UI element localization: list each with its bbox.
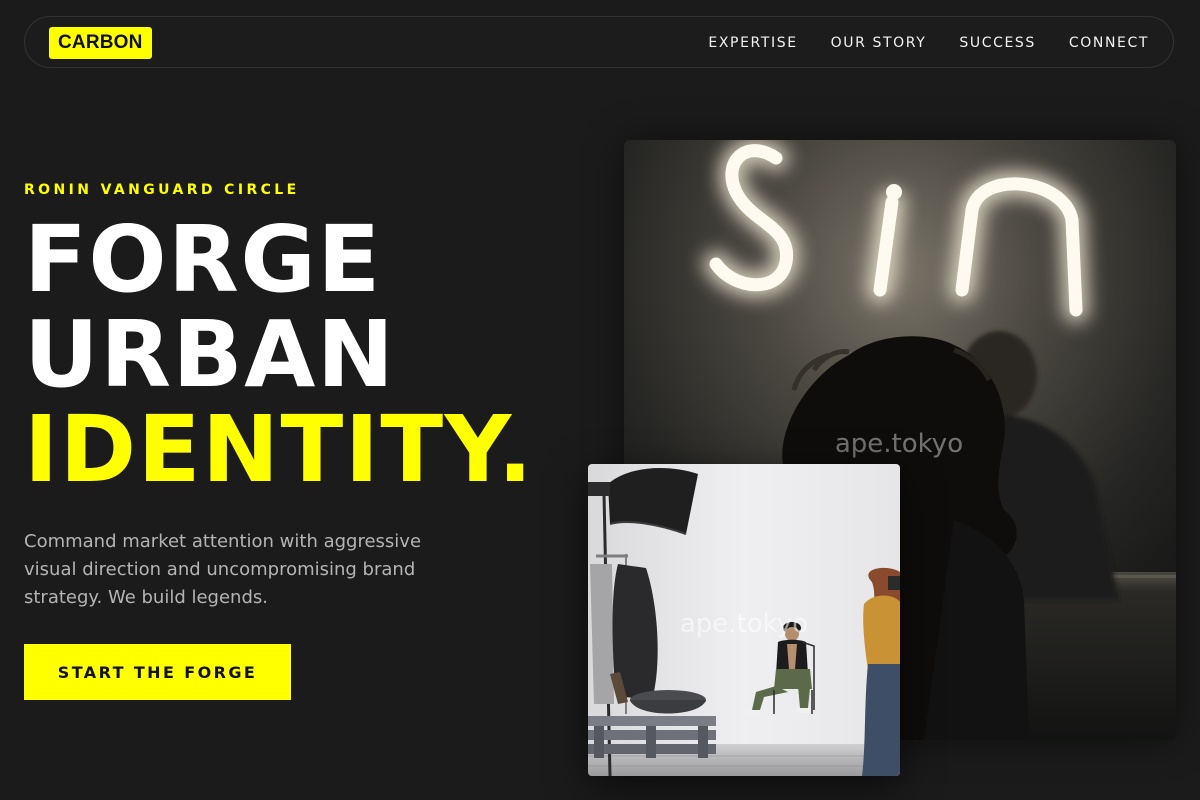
top-nav-bar: CARBON EXPERTISE OUR STORY SUCCESS CONNE… (24, 16, 1174, 68)
nav-links: EXPERTISE OUR STORY SUCCESS CONNECT (675, 17, 1149, 69)
start-the-forge-button[interactable]: START THE FORGE (24, 644, 291, 700)
neon-photo-watermark: ape.tokyo (835, 429, 963, 459)
nav-link-our-story[interactable]: OUR STORY (831, 35, 927, 51)
carbon-logo[interactable]: CARBON (49, 27, 152, 59)
headline-line-1: FORGE (24, 206, 382, 313)
studio-photo-watermark: ape.tokyo (680, 609, 808, 639)
nav-link-connect[interactable]: CONNECT (1069, 35, 1149, 51)
studio-photoshoot-photo: ape.tokyo (588, 464, 900, 776)
hero-description: Command market attention with aggressive… (24, 531, 422, 608)
hero-eyebrow: RONIN VANGUARD CIRCLE (24, 182, 300, 198)
nav-link-expertise[interactable]: EXPERTISE (708, 35, 797, 51)
hero-headline: FORGE URBAN IDENTITY. (24, 212, 534, 497)
wooden-pallets (588, 716, 716, 758)
clothes-rack (590, 554, 658, 714)
headline-line-2: URBAN (24, 301, 396, 408)
headline-line-3: IDENTITY. (24, 396, 535, 503)
landing-page: CARBON EXPERTISE OUR STORY SUCCESS CONNE… (0, 0, 1200, 800)
nav-link-success[interactable]: SUCCESS (959, 35, 1036, 51)
